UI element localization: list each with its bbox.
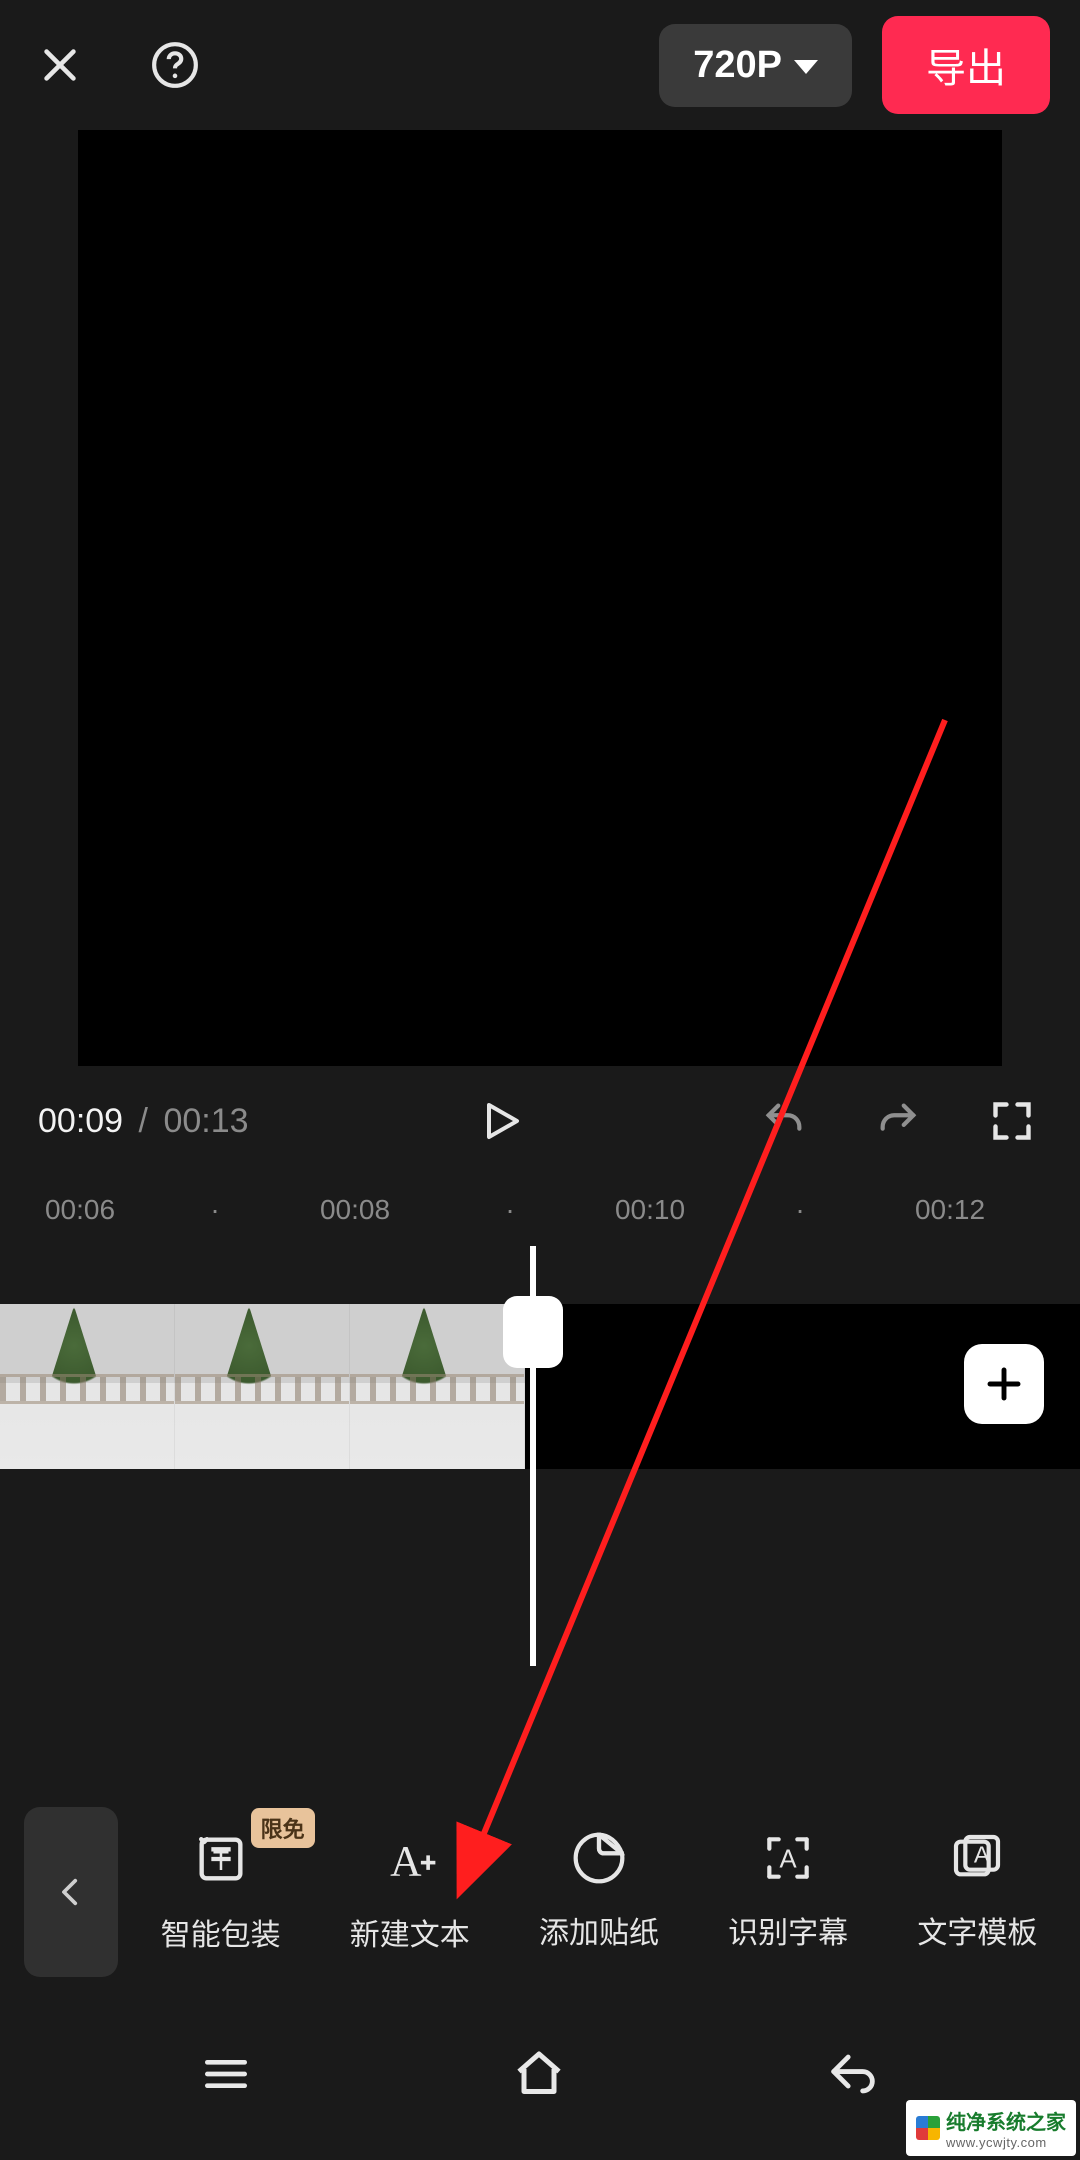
ruler-tick: 00:10: [615, 1194, 685, 1226]
chevron-down-icon: [794, 60, 818, 74]
tool-new-text[interactable]: A 新建文本: [350, 1830, 470, 1954]
ruler-tick: 00:06: [45, 1194, 115, 1226]
toolbar-back-button[interactable]: [24, 1807, 118, 1977]
tool-label: 新建文本: [350, 1910, 470, 1954]
ruler-dot: ·: [210, 1194, 219, 1226]
playhead-handle[interactable]: [503, 1296, 563, 1368]
clip-thumbnail: [0, 1304, 175, 1469]
fullscreen-button[interactable]: [982, 1091, 1042, 1151]
close-icon[interactable]: [30, 35, 90, 95]
back-button[interactable]: [824, 2045, 882, 2108]
export-label: 导出: [926, 47, 1006, 91]
svg-text:A: A: [390, 1837, 422, 1885]
add-clip-button[interactable]: [964, 1344, 1044, 1424]
ruler-tick: 00:12: [915, 1194, 985, 1226]
watermark: 纯净系统之家 www.ycwjty.com: [906, 2100, 1076, 2156]
free-badge: 限免: [251, 1808, 315, 1848]
watermark-title: 纯净系统之家: [946, 2112, 1066, 2134]
home-button[interactable]: [509, 2044, 569, 2109]
tool-label: 识别字幕: [728, 1908, 848, 1952]
export-button[interactable]: 导出: [882, 16, 1050, 114]
ruler-dot: ·: [505, 1194, 514, 1226]
clip-thumbnail: [175, 1304, 350, 1469]
svg-text:A: A: [974, 1842, 990, 1868]
current-time: 00:09: [38, 1102, 123, 1140]
recent-apps-button[interactable]: [198, 2046, 254, 2107]
tool-label: 智能包装: [161, 1910, 281, 1954]
tool-label: 文字模板: [917, 1908, 1037, 1952]
help-icon[interactable]: [145, 35, 205, 95]
tool-add-sticker[interactable]: 添加贴纸: [539, 1830, 659, 1954]
time-separator: /: [133, 1102, 154, 1140]
total-duration: 00:13: [163, 1102, 248, 1140]
play-button[interactable]: [471, 1091, 531, 1151]
resolution-dropdown[interactable]: 720P: [659, 24, 852, 107]
ruler-tick: 00:08: [320, 1194, 390, 1226]
timeline-ruler[interactable]: 00:06 · 00:08 · 00:10 · 00:12: [0, 1176, 1080, 1246]
resolution-label: 720P: [693, 44, 782, 87]
timecode: 00:09 / 00:13: [38, 1102, 249, 1141]
clip-thumbnail: [350, 1304, 525, 1469]
watermark-logo-icon: [916, 2116, 940, 2140]
ruler-dot: ·: [795, 1194, 804, 1226]
svg-text:A: A: [780, 1845, 798, 1873]
redo-button[interactable]: [868, 1091, 928, 1151]
timeline-track[interactable]: [0, 1246, 1080, 1666]
tool-smart-package[interactable]: 限免 T 智能包装: [161, 1830, 281, 1954]
undo-button[interactable]: [754, 1091, 814, 1151]
watermark-url: www.ycwjty.com: [946, 2135, 1066, 2150]
tool-label: 添加贴纸: [539, 1908, 659, 1952]
video-preview[interactable]: [78, 130, 1002, 1066]
tool-recognize-subtitle[interactable]: A 识别字幕: [728, 1830, 848, 1954]
tool-text-template[interactable]: A 文字模板: [917, 1830, 1037, 1954]
svg-text:T: T: [212, 1846, 228, 1876]
